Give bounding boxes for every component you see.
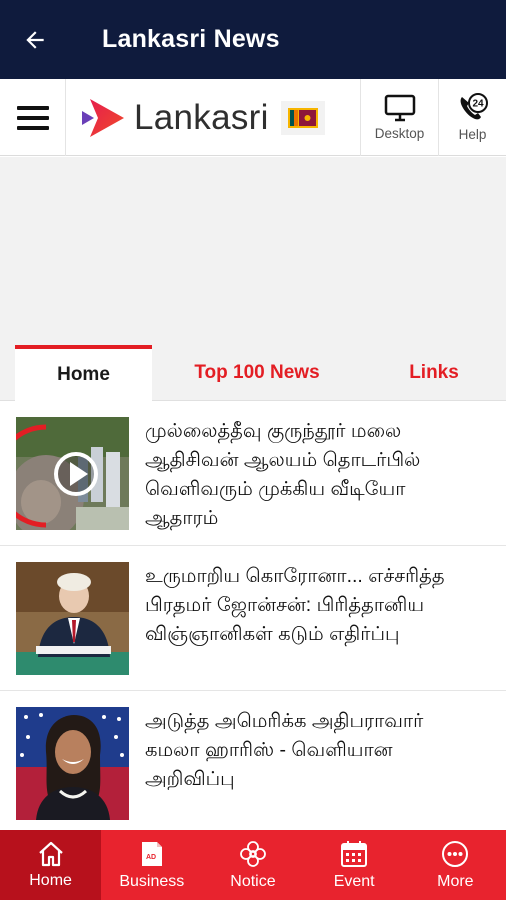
news-list: முல்லைத்தீவு குருந்தூர் மலை ஆதிசிவன் ஆலய…: [0, 401, 506, 836]
nav-notice-label: Notice: [230, 873, 276, 890]
sri-lanka-flag-icon: [280, 100, 325, 135]
bottom-navigation: Home AD Business Notice Event More: [0, 830, 506, 900]
nav-more-label: More: [437, 873, 474, 890]
news-thumbnail: [16, 707, 129, 820]
nav-home-label: Home: [29, 872, 72, 889]
news-thumbnail-video: [16, 417, 129, 530]
news-title[interactable]: உருமாறிய கொரோனா... எச்சரித்த பிரதமர் ஜோன…: [145, 562, 506, 649]
business-ad-icon: AD: [141, 842, 162, 866]
ad-banner-area: [0, 157, 506, 345]
hamburger-menu-icon: [16, 105, 49, 130]
help-label: Help: [458, 127, 487, 142]
desktop-label: Desktop: [374, 126, 425, 141]
nav-notice[interactable]: Notice: [202, 830, 303, 900]
tab-links[interactable]: Links: [362, 345, 506, 401]
back-button[interactable]: [0, 0, 70, 79]
news-title[interactable]: முல்லைத்தீவு குருந்தூர் மலை ஆதிசிவன் ஆலய…: [145, 417, 506, 533]
menu-button[interactable]: [0, 79, 66, 156]
site-logo[interactable]: Lankasri: [66, 79, 361, 156]
svg-text:24: 24: [472, 99, 484, 110]
calendar-icon: [341, 841, 368, 867]
brand-name: Lankasri: [134, 97, 269, 137]
app-title: Lankasri News: [102, 25, 280, 53]
nav-event-label: Event: [333, 873, 375, 890]
news-thumbnail: [16, 562, 129, 675]
nav-event[interactable]: Event: [304, 830, 405, 900]
more-dots-icon: [442, 841, 469, 867]
news-item[interactable]: உருமாறிய கொரோனா... எச்சரித்த பிரதமர் ஜோன…: [0, 546, 506, 691]
home-icon: [38, 841, 63, 867]
24h-support-phone-icon: 24: [460, 93, 488, 120]
site-header: Lankasri Desktop 24 Help: [0, 79, 506, 156]
nav-home[interactable]: Home: [0, 830, 102, 900]
nav-more[interactable]: More: [405, 830, 506, 900]
app-bar: Lankasri News: [0, 0, 506, 79]
tab-top-100-news[interactable]: Top 100 News: [152, 345, 362, 401]
news-title[interactable]: அடுத்த அமெரிக்க அதிபராவார் கமலா ஹாரிஸ் -…: [145, 707, 506, 794]
news-tabs: Home Top 100 News Links: [0, 345, 506, 401]
desktop-button[interactable]: Desktop: [361, 79, 439, 156]
back-arrow-icon: [26, 30, 44, 49]
help-button[interactable]: 24 Help: [439, 79, 506, 156]
tab-home[interactable]: Home: [15, 345, 152, 401]
notice-flower-icon: [240, 841, 266, 867]
news-item[interactable]: முல்லைத்தீவு குருந்தூர் மலை ஆதிசிவன் ஆலய…: [0, 401, 506, 546]
desktop-monitor-icon: [384, 94, 415, 122]
news-item[interactable]: அடுத்த அமெரிக்க அதிபராவார் கமலா ஹாரிஸ் -…: [0, 691, 506, 836]
nav-business-label: Business: [119, 873, 185, 890]
svg-text:AD: AD: [146, 854, 156, 861]
nav-business[interactable]: AD Business: [101, 830, 202, 900]
lankasri-logo-icon: [82, 98, 124, 137]
